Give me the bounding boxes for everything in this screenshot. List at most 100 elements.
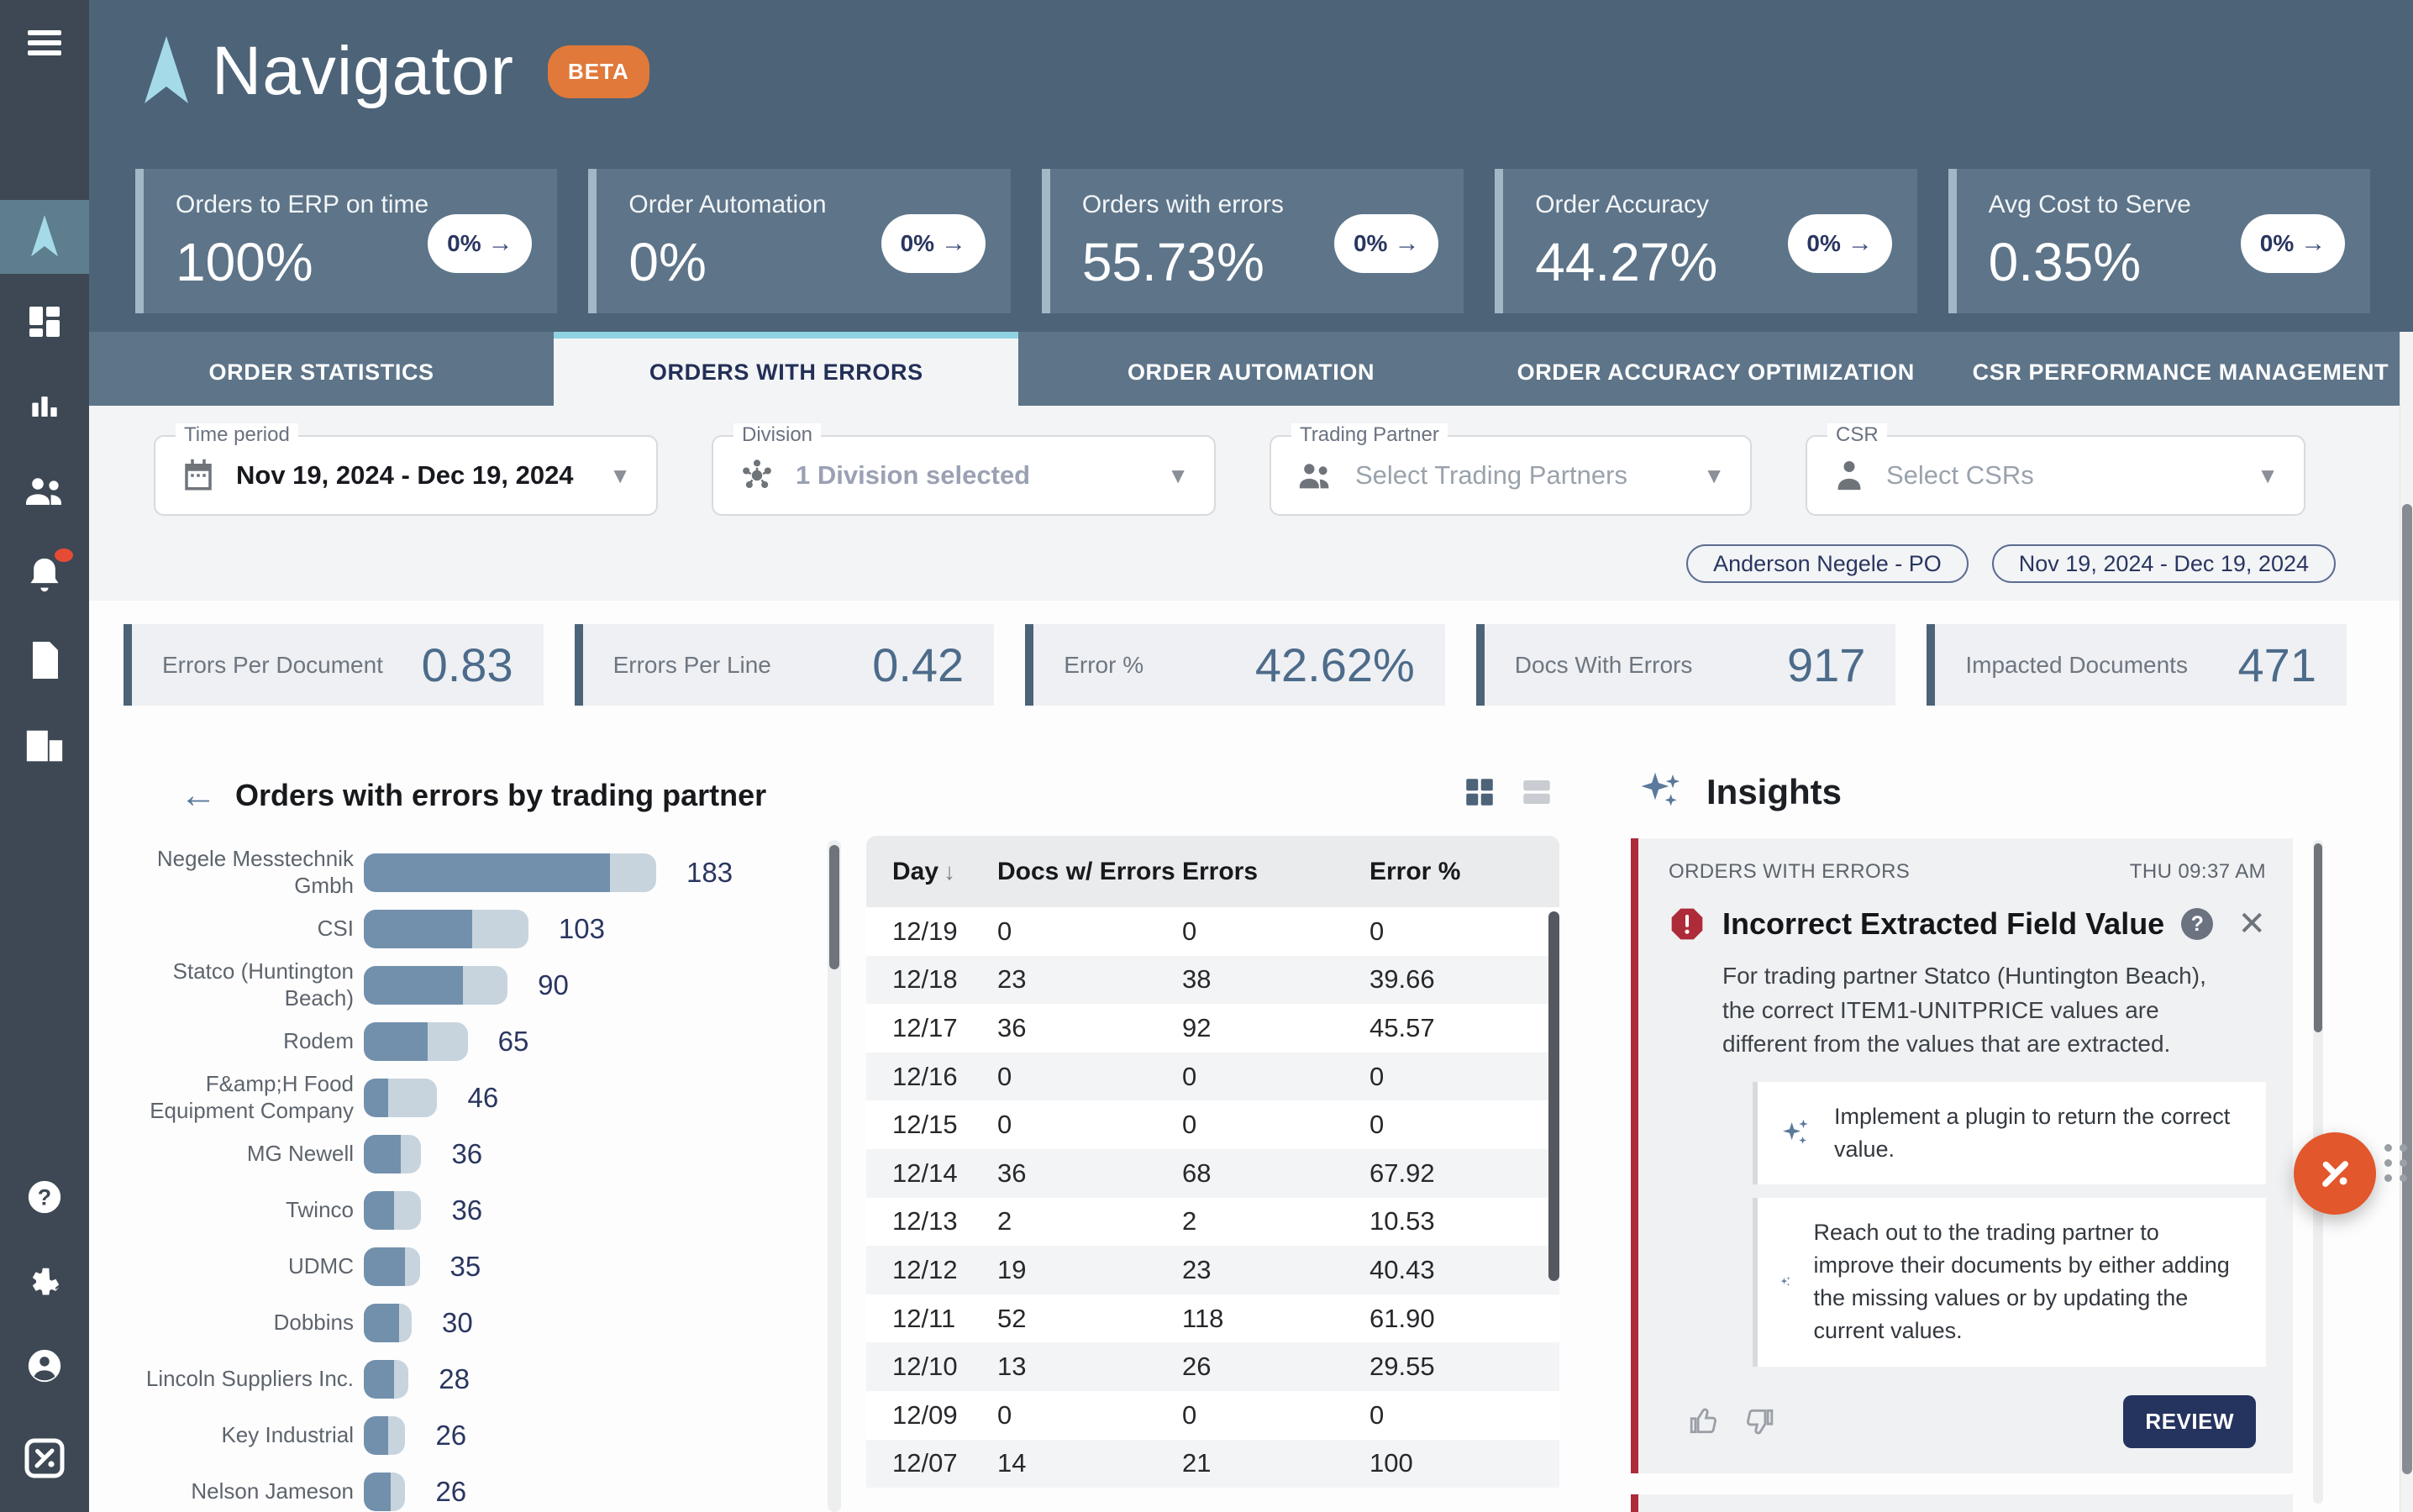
table-row[interactable]: 12/18 23 38 39.66: [866, 956, 1559, 1005]
table-row[interactable]: 12/14 36 68 67.92: [866, 1149, 1559, 1198]
insights-scrollbar-thumb[interactable]: [2314, 843, 2322, 1032]
column-header-error-pct[interactable]: Error %: [1369, 858, 1559, 886]
cell-docs-with-errors: 0: [997, 916, 1182, 947]
chevron-down-icon[interactable]: ▼: [1167, 463, 1189, 489]
sidebar-item-account[interactable]: [0, 1329, 89, 1403]
bar-row[interactable]: Statco (Huntington Beach) 90: [124, 957, 796, 1013]
bar-row[interactable]: F&amp;H Food Equipment Company 46: [124, 1069, 796, 1126]
review-button[interactable]: REVIEW: [2123, 1395, 2256, 1448]
bar-row[interactable]: Rodem 65: [124, 1013, 796, 1069]
menu-icon[interactable]: [0, 10, 89, 76]
trading-partner-filter[interactable]: Trading Partner Select Trading Partners …: [1270, 435, 1752, 516]
kpi-trend-pill[interactable]: 0% →: [428, 214, 532, 273]
bar-row[interactable]: Negele Messtechnik Gmbh 183: [124, 844, 796, 900]
page-scrollbar-thumb[interactable]: [2402, 504, 2412, 1474]
kpi-trend-pill[interactable]: 0% →: [1788, 214, 1892, 273]
suggestion-item[interactable]: Reach out to the trading partner to impr…: [1753, 1198, 2266, 1367]
bar-row[interactable]: Lincoln Suppliers Inc. 28: [124, 1351, 796, 1407]
thumbs-down-icon[interactable]: [1743, 1405, 1774, 1437]
kpi-trend-pill[interactable]: 0% →: [881, 214, 986, 273]
sort-desc-icon[interactable]: ↓: [944, 858, 955, 885]
column-header-day[interactable]: Day↓: [866, 858, 997, 886]
kpi-card: Order Automation 0% 0% →: [588, 169, 1010, 313]
assistant-floating-button[interactable]: [2294, 1132, 2376, 1215]
sidebar-item-documents[interactable]: [0, 623, 89, 697]
bar-category-label: Twinco: [124, 1197, 357, 1223]
tab[interactable]: ORDER AUTOMATION: [1018, 332, 1483, 406]
tab[interactable]: ORDERS WITH ERRORS: [554, 332, 1018, 406]
csr-filter[interactable]: CSR Select CSRs ▼: [1806, 435, 2305, 516]
chevron-down-icon[interactable]: ▼: [609, 463, 631, 489]
column-header-docs[interactable]: Docs w/ Errors: [997, 858, 1182, 886]
list-view-icon[interactable]: [1519, 774, 1554, 810]
bar-row[interactable]: Key Industrial 26: [124, 1407, 796, 1463]
drag-handle-icon[interactable]: [2384, 1144, 2408, 1182]
table-row[interactable]: 12/15 0 0 0: [866, 1100, 1559, 1149]
sidebar-item-dashboard[interactable]: [0, 285, 89, 359]
bar-row[interactable]: Dobbins 30: [124, 1294, 796, 1351]
table-row[interactable]: 12/17 36 92 45.57: [866, 1004, 1559, 1053]
cell-error-pct: 100: [1369, 1448, 1559, 1478]
table-row[interactable]: 12/19 0 0 0: [866, 907, 1559, 956]
chip-label: Anderson Negele - PO: [1713, 551, 1942, 577]
cell-day: 12/15: [866, 1110, 997, 1140]
cell-day: 12/12: [866, 1255, 997, 1285]
table-scrollbar[interactable]: [1548, 911, 1559, 1281]
bar-row[interactable]: UDMC 35: [124, 1238, 796, 1294]
insight-category: ORDERS WITH ERRORS: [1669, 860, 1910, 884]
table-row[interactable]: 12/09 0 0 0: [866, 1391, 1559, 1440]
tab[interactable]: ORDER ACCURACY OPTIMIZATION: [1484, 332, 1948, 406]
sidebar-item-navigator[interactable]: [0, 200, 89, 274]
bar-segment-dark: [364, 1022, 428, 1061]
table-row[interactable]: 12/13 2 2 10.53: [866, 1198, 1559, 1247]
bar-value-label: 26: [435, 1420, 466, 1452]
insight-body: For trading partner Statco (Huntington B…: [1722, 959, 2243, 1062]
metric-card: Errors Per Document 0.83: [124, 624, 544, 706]
back-arrow-icon[interactable]: ←: [180, 777, 217, 814]
cell-errors: 26: [1182, 1352, 1369, 1382]
people-icon: [23, 473, 66, 508]
bar-row[interactable]: CSI 103: [124, 900, 796, 957]
sidebar-item-help[interactable]: ?: [0, 1160, 89, 1234]
table-row[interactable]: 12/11 52 118 61.90: [866, 1294, 1559, 1343]
tab[interactable]: ORDER STATISTICS: [89, 332, 554, 406]
help-icon[interactable]: ?: [2181, 908, 2213, 940]
thumbs-up-icon[interactable]: [1689, 1405, 1721, 1437]
table-row[interactable]: 12/07 14 21 100: [866, 1440, 1559, 1488]
sidebar-item-notifications[interactable]: [0, 538, 89, 612]
grid-view-icon[interactable]: [1462, 774, 1497, 810]
chevron-down-icon[interactable]: ▼: [1703, 463, 1725, 489]
sidebar-item-company[interactable]: [0, 708, 89, 782]
cell-error-pct: 45.57: [1369, 1013, 1559, 1043]
page-scrollbar[interactable]: [2400, 332, 2413, 1512]
chart-scrollbar[interactable]: [828, 840, 841, 1512]
filter-chip[interactable]: Anderson Negele - PO: [1686, 544, 1969, 583]
close-icon[interactable]: ✕: [2237, 907, 2266, 941]
time-period-filter[interactable]: Time period Nov 19, 2024 - Dec 19, 2024 …: [154, 435, 658, 516]
kpi-delta: 0%: [1354, 230, 1387, 257]
cell-errors: 68: [1182, 1158, 1369, 1189]
division-filter[interactable]: Division 1 Division selected ▼: [712, 435, 1216, 516]
kpi-trend-pill[interactable]: 0% →: [1334, 214, 1438, 273]
chart-scrollbar-thumb[interactable]: [829, 845, 839, 969]
chevron-down-icon[interactable]: ▼: [2257, 463, 2279, 489]
tab[interactable]: CSR PERFORMANCE MANAGEMENT: [1948, 332, 2413, 406]
sidebar-item-settings[interactable]: [0, 1245, 89, 1319]
sidebar-item-app-switch[interactable]: [0, 1421, 89, 1495]
table-row[interactable]: 12/10 13 26 29.55: [866, 1342, 1559, 1391]
kpi-trend-pill[interactable]: 0% →: [2241, 214, 2345, 273]
suggestion-item[interactable]: Implement a plugin to return the correct…: [1753, 1082, 2266, 1184]
bar-row[interactable]: Twinco 36: [124, 1182, 796, 1238]
sidebar-item-analytics[interactable]: [0, 370, 89, 444]
cell-day: 12/10: [866, 1352, 997, 1382]
table-row[interactable]: 12/16 0 0 0: [866, 1053, 1559, 1101]
calendar-icon: [181, 456, 216, 495]
bar-row[interactable]: MG Newell 36: [124, 1126, 796, 1182]
bar-row[interactable]: Nelson Jameson 26: [124, 1463, 796, 1512]
column-header-errors[interactable]: Errors: [1182, 858, 1369, 886]
filter-chip[interactable]: Nov 19, 2024 - Dec 19, 2024: [1992, 544, 2336, 583]
table-row[interactable]: 12/12 19 23 40.43: [866, 1246, 1559, 1294]
filter-label: Time period: [176, 423, 298, 447]
sidebar-item-people[interactable]: [0, 454, 89, 528]
cell-docs-with-errors: 0: [997, 1062, 1182, 1092]
